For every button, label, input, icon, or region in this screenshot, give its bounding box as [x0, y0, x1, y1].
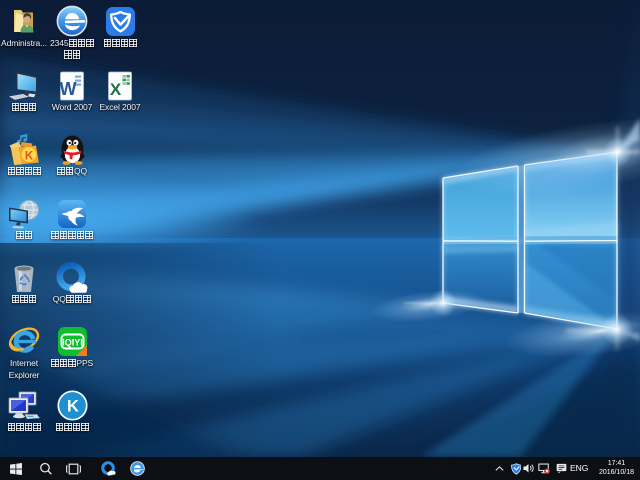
svg-text:X: X — [110, 80, 122, 99]
svg-text:W: W — [60, 79, 77, 99]
svg-text:iQIYI: iQIYI — [62, 338, 83, 348]
svg-text:K: K — [67, 398, 79, 416]
svg-text:K: K — [25, 150, 34, 162]
